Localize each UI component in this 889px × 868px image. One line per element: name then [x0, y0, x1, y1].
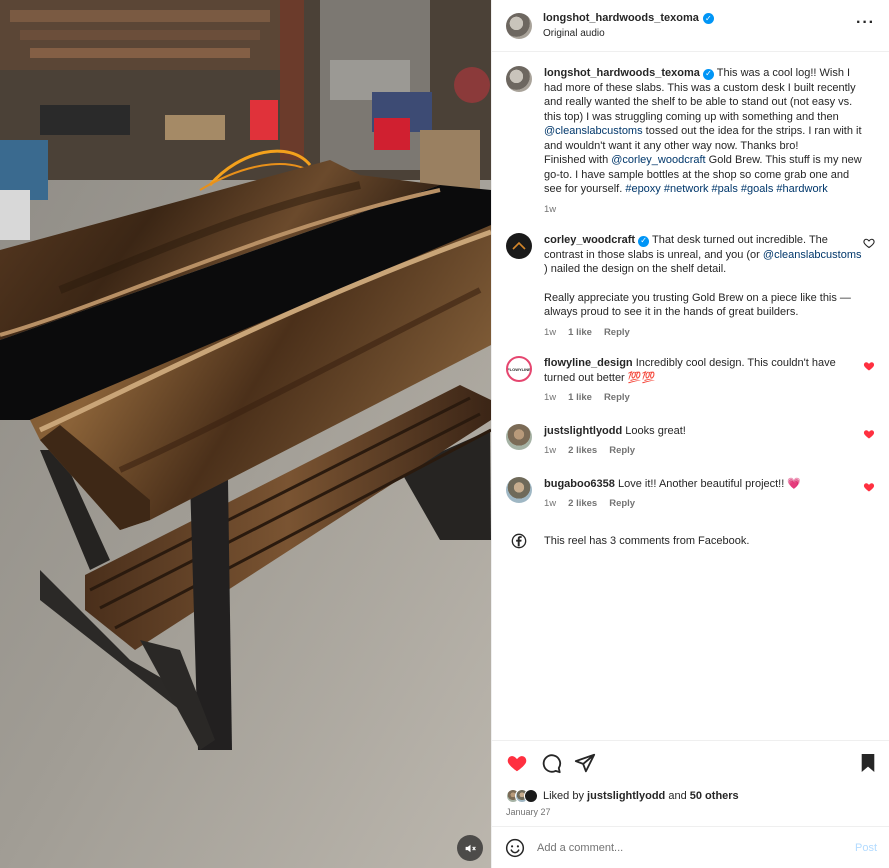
- verified-badge-icon: ✓: [638, 235, 650, 247]
- comment-item: corley_woodcraft ✓ That desk turned out …: [506, 233, 875, 340]
- share-icon[interactable]: [574, 752, 596, 774]
- heart-outline-icon[interactable]: [863, 237, 875, 249]
- speaker-muted-icon: [465, 844, 476, 852]
- comment-item: justslightlyodd Looks great! 1w 2 likes …: [506, 423, 875, 459]
- reel-video[interactable]: [0, 0, 491, 868]
- post-panel: longshot_hardwoods_texoma ✓ Original aud…: [491, 0, 889, 868]
- caption-username[interactable]: longshot_hardwoods_texoma: [544, 67, 700, 79]
- post-date[interactable]: January 27: [506, 807, 875, 817]
- comment-time[interactable]: 1w: [544, 497, 556, 512]
- commenter-username[interactable]: bugaboo6358: [544, 478, 615, 490]
- mute-toggle-button[interactable]: [457, 835, 483, 861]
- hashtags[interactable]: #epoxy #network #pals #goals #hardwork: [625, 183, 827, 195]
- comment-time[interactable]: 1w: [544, 391, 556, 406]
- comment-item: FLOWYLINE flowyline_design Incredibly co…: [506, 356, 875, 406]
- post-button[interactable]: Post: [855, 842, 877, 854]
- add-comment-bar: Post: [492, 826, 889, 868]
- audio-link[interactable]: Original audio: [543, 28, 714, 39]
- liker-avatar: [524, 789, 538, 803]
- author-avatar[interactable]: [506, 12, 532, 39]
- liked-by-row[interactable]: Liked by justslightlyodd and 50 others: [506, 789, 875, 803]
- comment-time[interactable]: 1w: [544, 444, 556, 459]
- comment-time[interactable]: 1w: [544, 326, 556, 341]
- comments-section: longshot_hardwoods_texoma ✓ This was a c…: [492, 52, 889, 740]
- comment-text: ) nailed the design on the shelf detail.: [544, 263, 727, 275]
- comment-likes[interactable]: 2 likes: [568, 497, 597, 512]
- heart-filled-icon[interactable]: [863, 360, 875, 372]
- commenter-username[interactable]: flowyline_design: [544, 357, 633, 369]
- commenter-avatar[interactable]: [506, 233, 532, 259]
- caption-avatar[interactable]: [506, 66, 532, 92]
- heart-filled-icon[interactable]: [863, 428, 875, 440]
- facebook-icon: [511, 533, 527, 548]
- comment-likes[interactable]: 1 like: [568, 326, 592, 341]
- caption: longshot_hardwoods_texoma ✓ This was a c…: [506, 66, 875, 217]
- commenter-username[interactable]: justslightlyodd: [544, 425, 622, 437]
- liked-by-user[interactable]: justslightlyodd: [587, 790, 665, 802]
- commenter-avatar[interactable]: [506, 423, 532, 450]
- commenter-avatar[interactable]: FLOWYLINE: [506, 356, 532, 382]
- mention-link[interactable]: @corley_woodcraft: [611, 154, 705, 166]
- mention-link[interactable]: @cleanslabcustoms: [544, 125, 643, 137]
- mention-link[interactable]: @cleanslabcustoms: [763, 249, 862, 261]
- action-bar: Liked by justslightlyodd and 50 others J…: [492, 740, 889, 826]
- verified-badge-icon: ✓: [702, 12, 714, 24]
- reply-button[interactable]: Reply: [609, 497, 635, 512]
- caption-time[interactable]: 1w: [544, 203, 556, 218]
- comment-likes[interactable]: 2 likes: [568, 444, 597, 459]
- reply-button[interactable]: Reply: [604, 326, 630, 341]
- facebook-comments-note[interactable]: This reel has 3 comments from Facebook.: [506, 528, 875, 554]
- comment-likes[interactable]: 1 like: [568, 391, 592, 406]
- heart-filled-icon[interactable]: [863, 481, 875, 493]
- facebook-note-text: This reel has 3 comments from Facebook.: [544, 534, 750, 547]
- author-username[interactable]: longshot_hardwoods_texoma: [543, 12, 699, 24]
- post-header: longshot_hardwoods_texoma ✓ Original aud…: [492, 0, 889, 52]
- bookmark-filled-icon[interactable]: [859, 753, 877, 773]
- more-options-icon[interactable]: ···: [856, 14, 875, 32]
- comment-text: Looks great!: [625, 424, 686, 437]
- desk-photo: [0, 0, 491, 868]
- reply-button[interactable]: Reply: [609, 444, 635, 459]
- liked-by-prefix: Liked by: [543, 790, 584, 802]
- flowyline-logo-text: FLOWYLINE: [507, 366, 531, 372]
- comment-item: bugaboo6358 Love it!! Another beautiful …: [506, 476, 875, 512]
- corley-logo-icon: [512, 241, 526, 250]
- heart-filled-icon[interactable]: [506, 752, 528, 774]
- commenter-username[interactable]: corley_woodcraft: [544, 234, 635, 246]
- comment-text: Really appreciate you trusting Gold Brew…: [544, 291, 851, 319]
- comment-icon[interactable]: [540, 752, 562, 774]
- emoji-icon[interactable]: [505, 838, 525, 858]
- reply-button[interactable]: Reply: [604, 391, 630, 406]
- liked-by-suffix: and: [668, 790, 687, 802]
- liked-by-others[interactable]: 50 others: [690, 790, 739, 802]
- commenter-avatar[interactable]: [506, 476, 532, 503]
- comment-input[interactable]: [537, 841, 817, 854]
- reel-post-view: longshot_hardwoods_texoma ✓ Original aud…: [0, 0, 889, 868]
- caption-text-3: Finished with: [544, 154, 609, 166]
- verified-badge-icon: ✓: [702, 68, 714, 80]
- comment-text: Love it!! Another beautiful project!! 💗: [617, 477, 802, 490]
